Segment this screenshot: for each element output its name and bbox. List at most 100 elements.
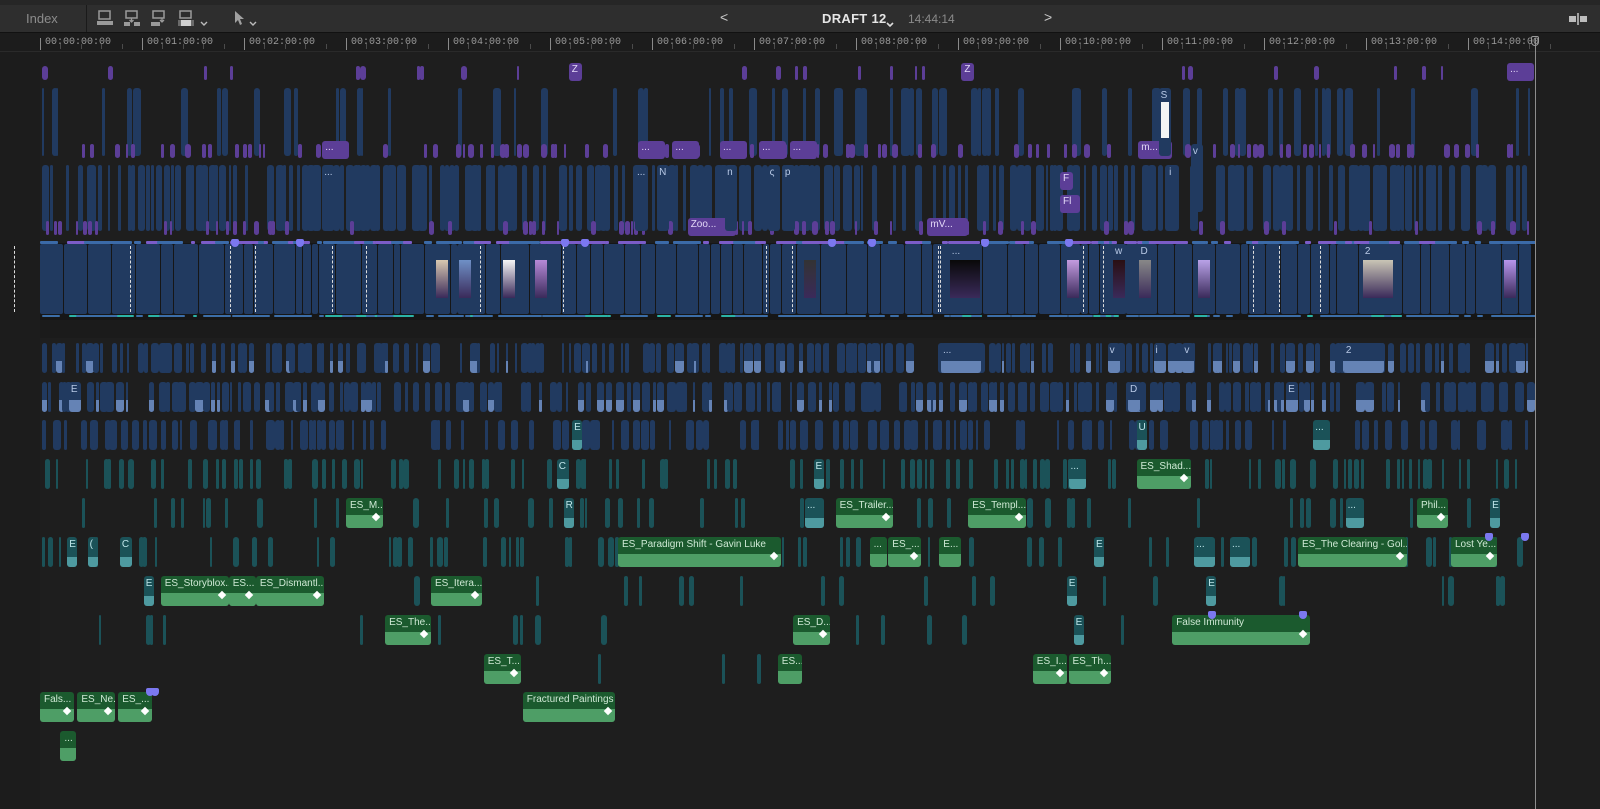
clip-sliver[interactable]: [578, 382, 585, 412]
clip-sliver[interactable]: [1128, 498, 1132, 528]
clip-sliver[interactable]: [1041, 343, 1046, 373]
clip-sliver[interactable]: [318, 382, 326, 412]
storyline-clip[interactable]: [562, 244, 576, 314]
clip-sliver[interactable]: [270, 221, 275, 235]
clip-sliver[interactable]: [1477, 221, 1483, 235]
clip-sliver[interactable]: [487, 382, 494, 412]
clip-sliver[interactable]: [1402, 459, 1405, 489]
clip-sliver[interactable]: [313, 420, 317, 450]
clip-sliver[interactable]: [202, 144, 207, 158]
clip-sliver[interactable]: [420, 66, 425, 80]
marker-icon[interactable]: [561, 239, 569, 247]
clip-sliver[interactable]: [1248, 459, 1251, 489]
clip-sliver[interactable]: [1152, 576, 1158, 606]
clip-sliver[interactable]: [365, 382, 373, 412]
storyline-clip[interactable]: [604, 244, 624, 314]
clip-sliver[interactable]: [436, 537, 443, 567]
transition-marker[interactable]: [480, 246, 481, 312]
clip-sliver[interactable]: [402, 459, 409, 489]
clip-sliver[interactable]: [76, 343, 80, 373]
clip-sliver[interactable]: [61, 343, 65, 373]
clip-sliver[interactable]: [241, 343, 248, 373]
transition-marker[interactable]: [130, 246, 131, 312]
clip-sliver[interactable]: [101, 88, 105, 156]
clip-sliver[interactable]: [1010, 165, 1018, 231]
clip-sliver[interactable]: [990, 576, 996, 606]
clip-sliver[interactable]: [873, 221, 878, 235]
clip-sliver[interactable]: [1005, 343, 1011, 373]
clip-sliver[interactable]: [300, 420, 309, 450]
clip-sliver[interactable]: [597, 382, 605, 412]
clip-sliver[interactable]: [1399, 343, 1406, 373]
clip-sliver[interactable]: [799, 459, 803, 489]
audio-clip[interactable]: U: [1136, 420, 1147, 450]
clip-sliver[interactable]: [1104, 221, 1110, 235]
clip-sliver[interactable]: [1400, 165, 1404, 231]
clip-sliver[interactable]: [1515, 343, 1525, 373]
storyline-thumbnail-clip[interactable]: 2: [1360, 244, 1395, 314]
clip-sliver[interactable]: [1407, 343, 1414, 373]
clip-sliver[interactable]: [350, 382, 359, 412]
clip-sliver[interactable]: [562, 343, 565, 373]
audio-clip[interactable]: ES...: [777, 654, 802, 684]
clip-sliver[interactable]: [493, 498, 499, 528]
clip-sliver[interactable]: [154, 537, 157, 567]
clip-sliver[interactable]: [219, 165, 227, 231]
clip-sliver[interactable]: [891, 144, 898, 158]
storyline-clip[interactable]: [88, 244, 111, 314]
clip-sliver[interactable]: [1338, 165, 1346, 231]
clip-sliver[interactable]: [640, 420, 649, 450]
clip-sliver[interactable]: [89, 420, 98, 450]
clip-sliver[interactable]: [950, 382, 956, 412]
clip-sliver[interactable]: [689, 576, 695, 606]
clip-sliver[interactable]: [1039, 537, 1045, 567]
clip-sliver[interactable]: [412, 498, 419, 528]
audio-clip[interactable]: ES_...: [118, 692, 153, 722]
clip-sliver[interactable]: [100, 343, 104, 373]
clip-sliver[interactable]: [1027, 498, 1034, 528]
clip-sliver[interactable]: [391, 459, 397, 489]
clip-sliver[interactable]: [356, 343, 366, 373]
clip-sliver[interactable]: [1484, 343, 1494, 373]
clip-sliver[interactable]: [742, 66, 748, 80]
clip-sliver[interactable]: [1220, 343, 1223, 373]
clip-sliver[interactable]: [1128, 221, 1135, 235]
clip-sliver[interactable]: [1355, 420, 1361, 450]
clip-sliver[interactable]: [916, 498, 921, 528]
clip-sliver[interactable]: [956, 459, 961, 489]
storyline-clip[interactable]: [881, 244, 904, 314]
clip-sliver[interactable]: [538, 382, 542, 412]
clip-sliver[interactable]: [206, 498, 212, 528]
clip-sliver[interactable]: [649, 420, 655, 450]
clip-sliver[interactable]: [1045, 165, 1048, 231]
clip-sliver[interactable]: [1453, 144, 1459, 158]
clip-sliver[interactable]: [1393, 66, 1397, 80]
clip-sliver[interactable]: [77, 165, 83, 231]
storyline-clip[interactable]: [1281, 244, 1297, 314]
audio-clip[interactable]: E...: [939, 537, 962, 567]
clip-sliver[interactable]: [600, 615, 607, 645]
clip-sliver[interactable]: [137, 165, 145, 231]
title-clip[interactable]: ...: [720, 141, 747, 159]
clip-sliver[interactable]: [633, 382, 641, 412]
clip-sliver[interactable]: [921, 66, 925, 80]
clip-sliver[interactable]: [290, 420, 293, 450]
clip-sliver[interactable]: [87, 221, 92, 235]
title-clip[interactable]: ...: [322, 141, 350, 159]
clip-sliver[interactable]: [790, 459, 796, 489]
clip-sliver[interactable]: [1023, 165, 1031, 231]
clip-sliver[interactable]: [1232, 343, 1240, 373]
clip-sliver[interactable]: [205, 221, 209, 235]
clip-sliver[interactable]: [1223, 88, 1229, 156]
clip-sliver[interactable]: [860, 165, 863, 231]
clip-sliver[interactable]: [824, 221, 829, 235]
clip-sliver[interactable]: [1465, 144, 1471, 158]
audio-clip[interactable]: ES_M...: [346, 498, 384, 528]
clip-sliver[interactable]: [1209, 459, 1212, 489]
clip-sliver[interactable]: [511, 420, 519, 450]
clip-sliver[interactable]: [151, 459, 157, 489]
clip-sliver[interactable]: [666, 382, 676, 412]
storyline-clip[interactable]: [721, 244, 732, 314]
clip-sliver[interactable]: [900, 459, 905, 489]
clip-sliver[interactable]: [1525, 343, 1528, 373]
